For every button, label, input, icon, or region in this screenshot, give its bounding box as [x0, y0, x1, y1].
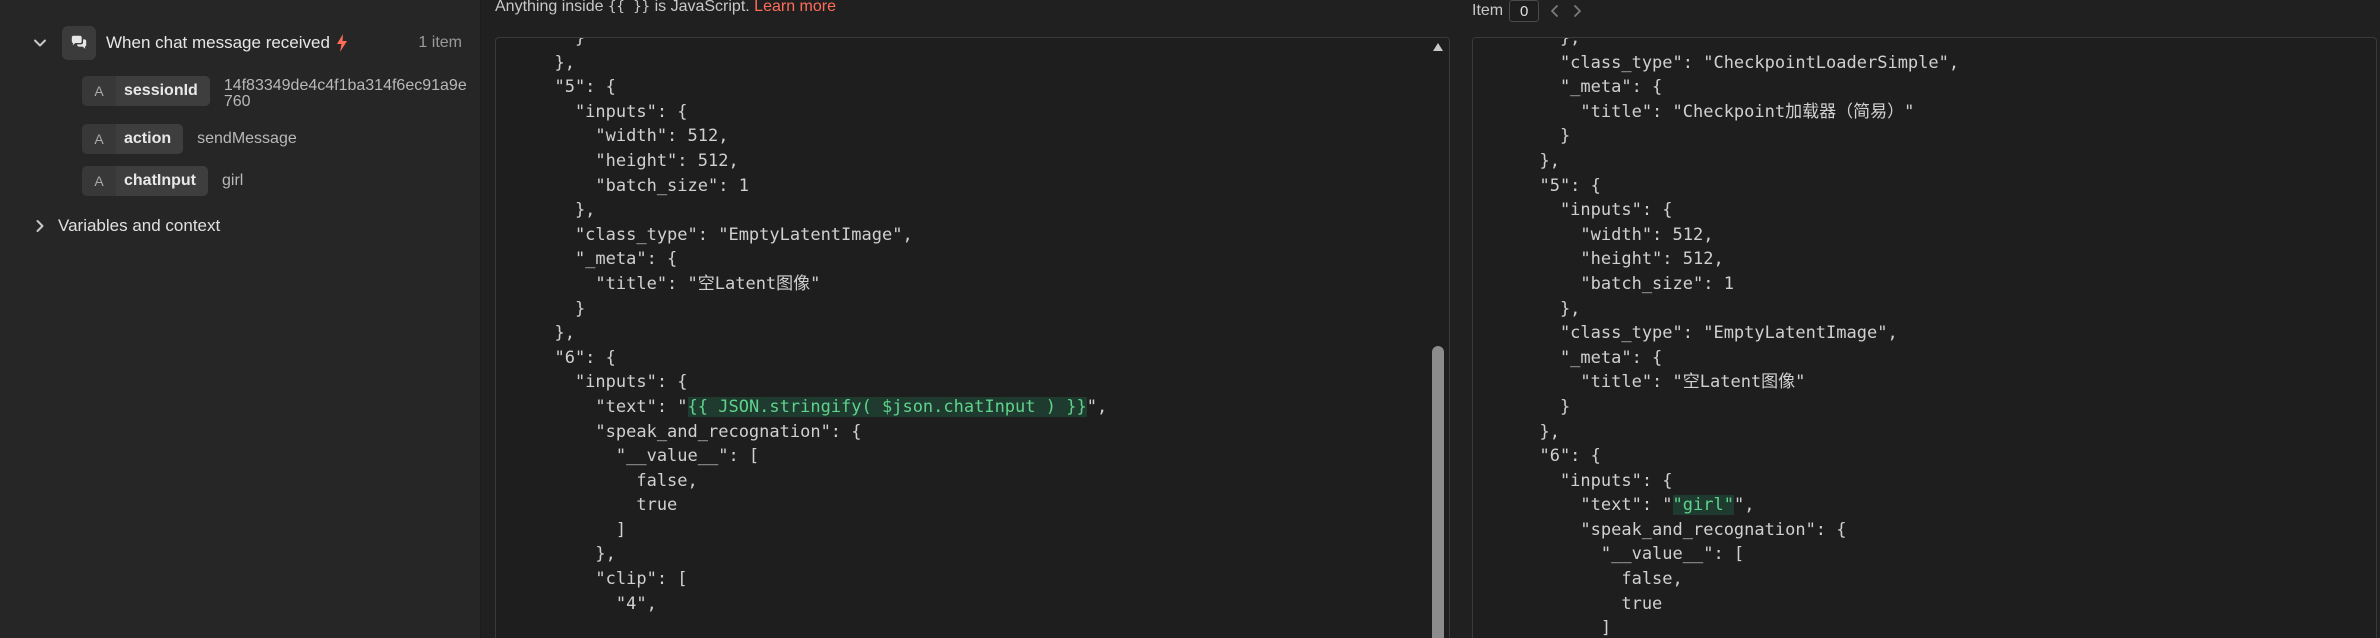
code-line: "title": "空Latent图像" [1519, 372, 1806, 393]
code-line: "inputs": { [534, 372, 688, 393]
field-value: girl [222, 172, 244, 189]
chevron-down-icon[interactable] [28, 31, 52, 55]
code-line: "inputs": { [534, 101, 688, 122]
field-pill[interactable]: A action [82, 124, 184, 154]
javascript-hint: Anything inside {{ }} is JavaScript. Lea… [495, 0, 836, 16]
chevron-right-icon[interactable] [28, 214, 52, 238]
code-line: }, [1519, 150, 1560, 171]
code-line: "speak_and_recognation": { [534, 421, 862, 442]
code-line: "title": "Checkpoint加载器（简易）" [1519, 101, 1915, 122]
highlighted-expression: {{ JSON.stringify( $json.chatInput ) }} [687, 396, 1087, 417]
hint-prefix: Anything inside [495, 0, 604, 15]
code-line: ] [1519, 618, 1612, 638]
code-line: }, [534, 52, 575, 73]
code-line: "_meta": { [1519, 347, 1663, 368]
field-row-sessionid[interactable]: A sessionId 14f83349de4c4f1ba314f6ec91a9… [82, 76, 474, 110]
code-line: "batch_size": 1 [534, 175, 749, 196]
code-line: true [1519, 593, 1663, 614]
chevron-left-icon[interactable] [1549, 4, 1561, 18]
code-line: "height": 512, [534, 150, 739, 171]
code-line: } [534, 37, 586, 48]
code-line: } [534, 298, 586, 319]
code-line: }, [1519, 421, 1560, 442]
code-line: true [534, 495, 678, 516]
input-panel: When chat message received 1 item A sess… [0, 0, 481, 638]
code-line: "5": { [1519, 175, 1601, 196]
code-line: "clip": [ [534, 569, 688, 590]
field-row-chatinput[interactable]: A chatInput girl [82, 166, 243, 196]
code-line: "__value__": [ [534, 446, 760, 467]
code-line: "width": 512, [534, 126, 729, 147]
item-index-input[interactable]: 0 [1509, 0, 1540, 22]
code-line: }, [534, 323, 575, 344]
field-value: 14f83349de4c4f1ba314f6ec91a9e760 [223, 77, 467, 110]
result-preview: }, "class_type": "CheckpointLoaderSimple… [1472, 37, 2377, 638]
node-header[interactable]: When chat message received 1 item [28, 26, 468, 60]
field-pill[interactable]: A sessionId [82, 76, 210, 106]
item-navigator: Item 0 [1472, 0, 1583, 22]
code-line: "width": 512, [1519, 224, 1714, 245]
code-line: "__value__": [ [1519, 544, 1745, 565]
code-line: "inputs": { [1519, 200, 1673, 221]
code-line: "speak_and_recognation": { [1519, 519, 1847, 540]
chat-bubbles-icon [62, 26, 96, 60]
code-line: "height": 512, [1519, 249, 1724, 270]
code-line: "6": { [1519, 446, 1601, 467]
editor-scrollbar[interactable] [1432, 38, 1447, 638]
hint-braces: {{ }} [607, 0, 651, 15]
string-type-icon: A [82, 124, 116, 154]
hint-suffix: is JavaScript. [654, 0, 750, 15]
chevron-right-icon[interactable] [1571, 4, 1583, 18]
code-line: } [1519, 396, 1571, 417]
result-code: }, "class_type": "CheckpointLoaderSimple… [1473, 37, 2376, 638]
item-label: Item [1472, 2, 1504, 19]
editor-code[interactable]: } }, "5": { "inputs": { "width": 512, "h… [496, 37, 1449, 616]
variables-context-toggle[interactable]: Variables and context [28, 214, 220, 238]
code-line: "batch_size": 1 [1519, 273, 1734, 294]
code-line: } [1519, 126, 1571, 147]
code-line: "_meta": { [1519, 77, 1663, 98]
code-line: "class_type": "EmptyLatentImage", [1519, 323, 1898, 344]
field-name: chatInput [116, 166, 208, 196]
code-line: "text": "{{ JSON.stringify( $json.chatIn… [534, 396, 1108, 417]
field-name: sessionId [116, 76, 210, 106]
code-line: }, [1519, 298, 1581, 319]
code-line: "_meta": { [534, 249, 678, 270]
code-line: "inputs": { [1519, 470, 1673, 491]
item-count: 1 item [418, 34, 462, 51]
code-line: false, [534, 470, 698, 491]
field-pill[interactable]: A chatInput [82, 166, 208, 196]
string-type-icon: A [82, 166, 116, 196]
code-line: "class_type": "CheckpointLoaderSimple", [1519, 52, 1960, 73]
node-title: When chat message received [106, 33, 330, 52]
code-line: "class_type": "EmptyLatentImage", [534, 224, 913, 245]
field-row-action[interactable]: A action sendMessage [82, 124, 297, 154]
field-value: sendMessage [197, 130, 297, 147]
field-name: action [116, 124, 184, 154]
code-line: "6": { [534, 347, 616, 368]
code-line: }, [534, 200, 596, 221]
lightning-bolt-icon [336, 34, 348, 52]
code-line: }, [1519, 37, 1581, 48]
highlighted-expression: "girl" [1672, 495, 1734, 516]
code-line: "text": ""girl"", [1519, 495, 1755, 516]
scroll-thumb[interactable] [1432, 346, 1444, 638]
expression-editor[interactable]: } }, "5": { "inputs": { "width": 512, "h… [495, 37, 1450, 638]
string-type-icon: A [82, 76, 116, 106]
code-line: ] [534, 519, 627, 540]
scroll-up-arrow-icon[interactable] [1432, 42, 1444, 52]
code-line: "5": { [534, 77, 616, 98]
code-line: "title": "空Latent图像" [534, 273, 821, 294]
code-line: "4", [534, 593, 657, 614]
code-line: false, [1519, 569, 1683, 590]
variables-label: Variables and context [58, 216, 221, 235]
code-line: }, [534, 544, 616, 565]
learn-more-link[interactable]: Learn more [754, 0, 836, 15]
